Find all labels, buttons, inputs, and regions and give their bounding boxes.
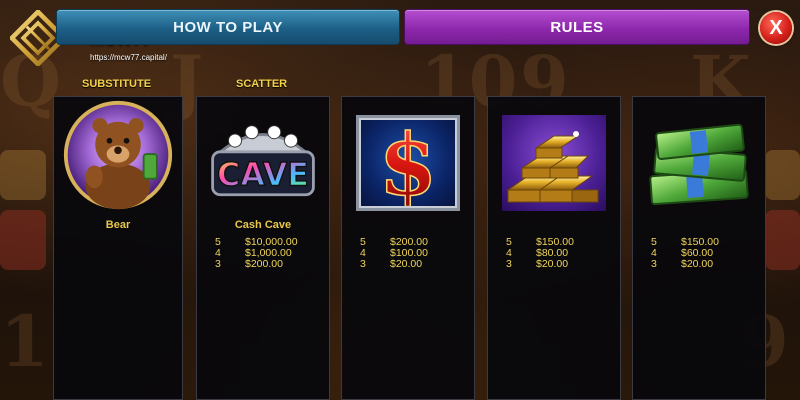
bg-gem	[765, 150, 800, 200]
table-row: 3 $20.00	[506, 259, 574, 270]
dollar-symbol-icon: $	[378, 120, 438, 206]
paytable-panel-gold: 5 $150.00 4 $80.00 3 $20.00	[487, 96, 621, 400]
svg-text:CAVE: CAVE	[217, 157, 309, 193]
bear-symbol	[62, 100, 174, 210]
paytable-panel-dollar: $ 5 $200.00 4 $100.00 3 $20.00	[341, 96, 475, 400]
gold-bars-symbol-icon	[506, 131, 599, 203]
gold-bars-symbol	[498, 109, 610, 217]
payout-count: 3	[215, 258, 221, 270]
cash-stack-symbol	[643, 109, 755, 217]
cash-cave-symbol-icon: CAVE	[211, 125, 315, 197]
bg-gem	[0, 150, 46, 200]
payout-count: 3	[651, 258, 657, 270]
dollar-symbol: $	[352, 109, 464, 217]
gold-frame	[502, 115, 606, 211]
cash-cave-label: Cash Cave	[234, 219, 292, 231]
cash-stack-symbol-icon	[649, 123, 749, 206]
bg-symbol: 1	[0, 300, 49, 383]
payout-amount: $20.00	[681, 258, 714, 270]
bear-symbol-icon	[63, 100, 173, 210]
payout-count: 3	[506, 258, 512, 270]
paytable-panel-bear: Bear	[53, 96, 183, 400]
paytable-panel-cash: 5 $150.00 4 $60.00 3 $20.00	[632, 96, 766, 400]
payout-amount: $20.00	[536, 258, 569, 270]
dollar-frame: $	[356, 115, 460, 211]
cash-cave-paytable: 5 $10,000.00 4 $1,000.00 3 $200.00	[215, 237, 298, 270]
bg-gem	[765, 210, 800, 270]
bear-label: Bear	[105, 219, 131, 231]
close-button[interactable]: X	[760, 12, 792, 44]
gold-paytable: 5 $150.00 4 $80.00 3 $20.00	[506, 237, 574, 270]
close-icon: X	[769, 16, 783, 39]
cash-cave-symbol: CAVE	[207, 109, 319, 217]
table-row: 3 $20.00	[360, 259, 428, 270]
tab-how-to-play[interactable]: HOW TO PLAY	[57, 10, 399, 44]
bg-gem	[0, 210, 46, 270]
table-row: 3 $200.00	[215, 259, 298, 270]
cash-paytable: 5 $150.00 4 $60.00 3 $20.00	[651, 237, 719, 270]
svg-text:$: $	[379, 120, 437, 206]
dollar-paytable: 5 $200.00 4 $100.00 3 $20.00	[360, 237, 428, 270]
paytable-panel-cash-cave: CAVE Cash Cave 5 $10,000.00 4 $1,000.00 3 $…	[196, 96, 330, 400]
scatter-header: SCATTER	[236, 78, 288, 90]
substitute-header: SUBSTITUTE	[82, 78, 152, 90]
tab-rules[interactable]: RULES	[405, 10, 749, 44]
payout-count: 3	[360, 258, 366, 270]
table-row: 3 $20.00	[651, 259, 719, 270]
logo-url: https://mcw77.capital/	[90, 53, 167, 62]
payout-amount: $200.00	[245, 258, 283, 270]
payout-amount: $20.00	[390, 258, 423, 270]
